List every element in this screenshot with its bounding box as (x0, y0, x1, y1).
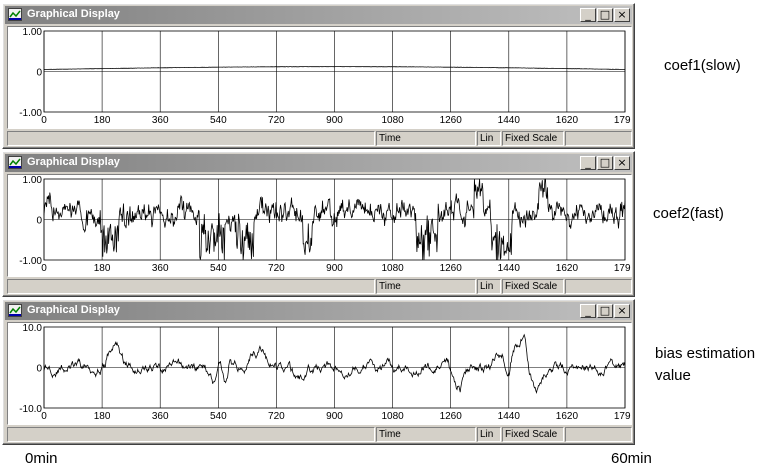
time-start-label: 0min (25, 450, 58, 467)
plot-area[interactable]: 0 180 360 540 720 900 1080 1260 1440 1620 1799 1.00… (7, 26, 632, 129)
x-tick-label: 1620 (556, 411, 579, 422)
x-tick-label: 0 (41, 411, 47, 422)
status-time-axis: Time (376, 427, 476, 442)
status-bar: Time Lin Fixed Scale (7, 131, 632, 146)
x-tick-label: 1080 (381, 411, 404, 422)
x-tick-label: 1799 (614, 411, 631, 422)
status-segment-empty (7, 427, 375, 442)
graph-window-bias[interactable]: Graphical Display _ □ × 0 180 360 540 720 900… (2, 299, 635, 445)
plot-area[interactable]: 0 180 360 540 720 900 1080 1260 1440 1620 1799 1.00… (7, 174, 632, 277)
status-segment-end (565, 427, 632, 442)
x-tick-label: 180 (94, 411, 111, 422)
status-scale-type: Lin (477, 279, 501, 294)
status-scale-mode: Fixed Scale (502, 131, 564, 146)
y-tick-label: -10.0 (19, 404, 42, 415)
coef2-label: coef2(fast) (653, 205, 724, 222)
status-time-axis: Time (376, 279, 476, 294)
title-bar[interactable]: Graphical Display _ □ × (5, 6, 632, 24)
bias-label: bias estimation value (655, 345, 756, 384)
x-tick-label: 1260 (440, 115, 463, 126)
close-button[interactable]: × (614, 304, 630, 318)
title-bar[interactable]: Graphical Display _ □ × (5, 154, 632, 172)
chart-window-icon (8, 8, 22, 21)
time-end-label: 60min (611, 450, 652, 467)
close-button[interactable]: × (614, 156, 630, 170)
close-button[interactable]: × (614, 8, 630, 22)
y-tick-label: 0 (36, 68, 42, 79)
y-tick-label: 1.00 (23, 27, 43, 38)
status-segment-end (565, 279, 632, 294)
y-tick-label: 1.00 (23, 175, 43, 186)
window-title: Graphical Display (27, 156, 120, 168)
x-tick-label: 1799 (614, 115, 631, 126)
chart-window-icon (8, 156, 22, 169)
maximize-button[interactable]: □ (597, 156, 613, 170)
status-bar: Time Lin Fixed Scale (7, 427, 632, 442)
x-tick-label: 1080 (381, 115, 404, 126)
x-tick-label: 1260 (440, 411, 463, 422)
x-tick-label: 900 (326, 411, 343, 422)
x-tick-label: 1260 (440, 263, 463, 274)
x-tick-label: 360 (152, 411, 169, 422)
x-tick-label: 1620 (556, 115, 579, 126)
maximize-button[interactable]: □ (597, 8, 613, 22)
status-scale-type: Lin (477, 427, 501, 442)
chart-window-icon (8, 304, 22, 317)
chart-svg: 0 180 360 540 720 900 1080 1260 1440 1620 1799 1.00… (19, 175, 631, 274)
minimize-button[interactable]: _ (580, 156, 596, 170)
x-tick-label: 1440 (498, 263, 521, 274)
window-title: Graphical Display (27, 8, 120, 20)
x-tick-label: 1440 (498, 411, 521, 422)
title-bar[interactable]: Graphical Display _ □ × (5, 302, 632, 320)
maximize-button[interactable]: □ (597, 304, 613, 318)
plot-area[interactable]: 0 180 360 540 720 900 1080 1260 1440 1620 1799 10.0… (7, 322, 632, 425)
status-scale-mode: Fixed Scale (502, 427, 564, 442)
y-tick-label: -1.00 (19, 108, 42, 119)
x-tick-label: 540 (210, 263, 227, 274)
status-bar: Time Lin Fixed Scale (7, 279, 632, 294)
status-scale-type: Lin (477, 131, 501, 146)
minimize-button[interactable]: _ (580, 304, 596, 318)
x-tick-label: 0 (41, 115, 47, 126)
x-tick-label: 1620 (556, 263, 579, 274)
status-segment-empty (7, 131, 375, 146)
chart-svg: 0 180 360 540 720 900 1080 1260 1440 1620 1799 1.00… (19, 27, 631, 126)
x-tick-label: 360 (152, 115, 169, 126)
x-tick-label: 720 (268, 411, 285, 422)
x-tick-label: 360 (152, 263, 169, 274)
x-tick-label: 180 (94, 263, 111, 274)
x-tick-label: 1799 (614, 263, 631, 274)
minimize-button[interactable]: _ (580, 8, 596, 22)
y-tick-label: -1.00 (19, 256, 42, 267)
y-tick-label: 10.0 (23, 323, 43, 334)
status-time-axis: Time (376, 131, 476, 146)
x-tick-label: 720 (268, 115, 285, 126)
status-segment-end (565, 131, 632, 146)
graph-window-coef1[interactable]: Graphical Display _ □ × 0 180 360 540 720 900… (2, 3, 635, 149)
status-scale-mode: Fixed Scale (502, 279, 564, 294)
x-tick-label: 1440 (498, 115, 521, 126)
graph-window-coef2[interactable]: Graphical Display _ □ × 0 180 360 540 720 900… (2, 151, 635, 297)
x-tick-label: 900 (326, 263, 343, 274)
x-tick-label: 900 (326, 115, 343, 126)
y-tick-label: 0 (36, 364, 42, 375)
x-tick-label: 540 (210, 115, 227, 126)
x-tick-label: 720 (268, 263, 285, 274)
x-tick-label: 0 (41, 263, 47, 274)
x-tick-label: 180 (94, 115, 111, 126)
window-title: Graphical Display (27, 304, 120, 316)
status-segment-empty (7, 279, 375, 294)
y-tick-label: 0 (36, 216, 42, 227)
coef1-label: coef1(slow) (664, 57, 741, 74)
x-tick-label: 540 (210, 411, 227, 422)
chart-svg: 0 180 360 540 720 900 1080 1260 1440 1620 1799 10.0… (19, 323, 631, 422)
x-tick-label: 1080 (381, 263, 404, 274)
